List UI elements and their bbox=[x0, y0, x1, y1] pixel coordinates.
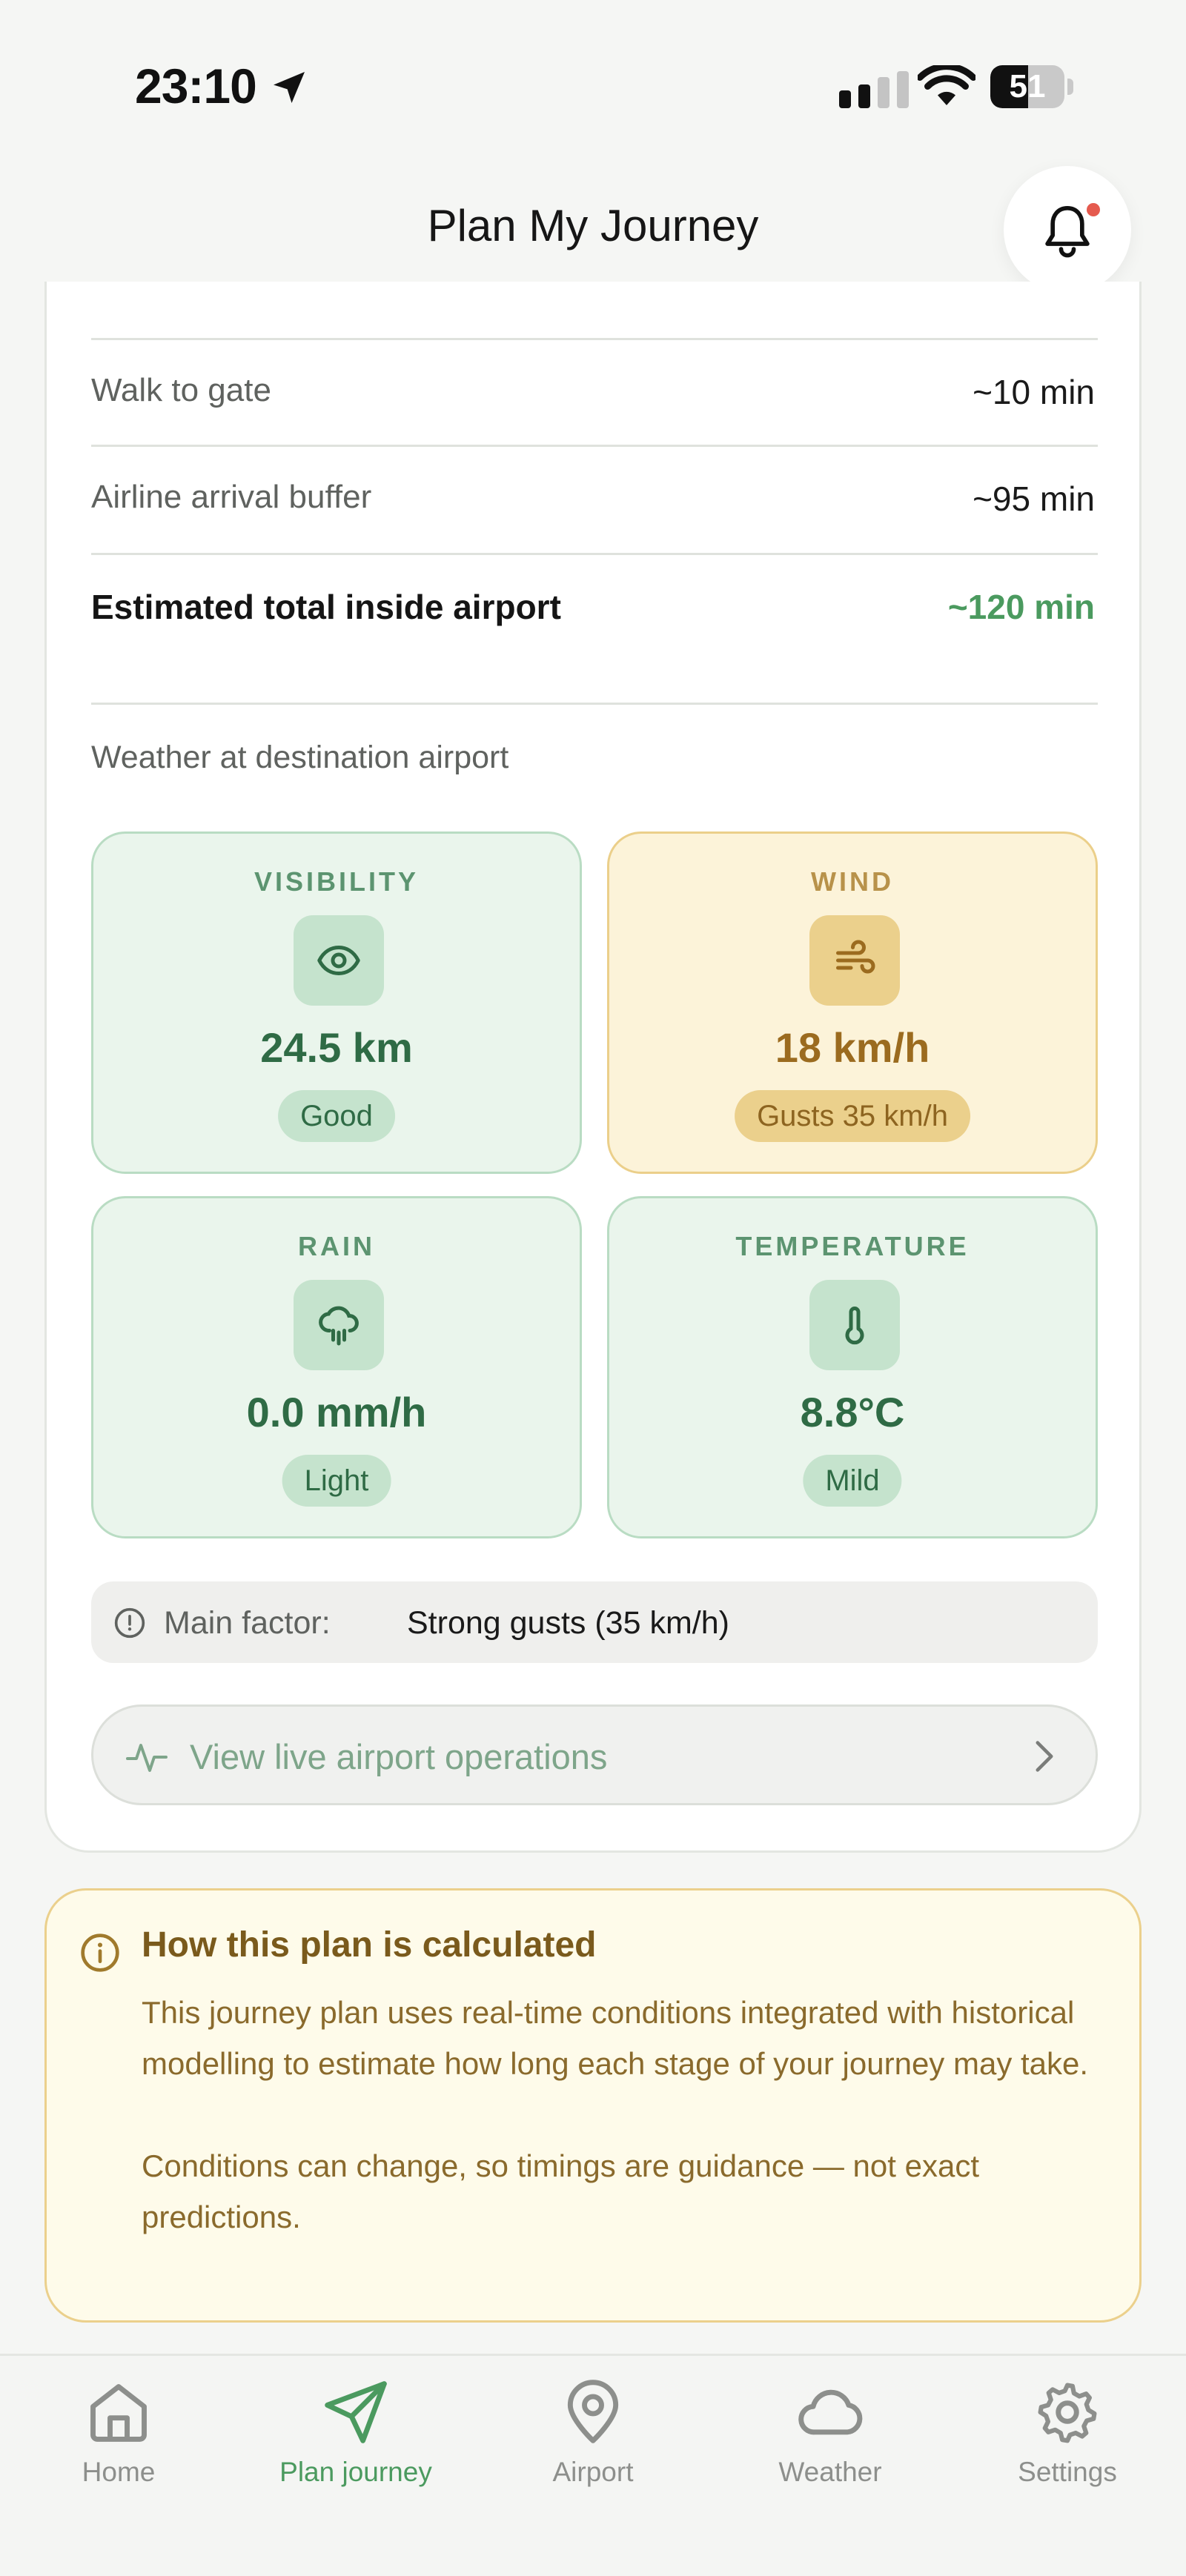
nav-settings[interactable]: Settings bbox=[956, 2378, 1179, 2488]
status-badge: Good bbox=[278, 1090, 395, 1142]
cloud-icon bbox=[798, 2389, 863, 2435]
main-factor-bar: Main factor: Strong gusts (35 km/h) bbox=[91, 1581, 1098, 1663]
temperature-tile[interactable]: TEMPERATURE 8.8°C Mild bbox=[607, 1196, 1098, 1538]
activity-icon bbox=[126, 1744, 168, 1772]
location-arrow-icon bbox=[274, 72, 305, 103]
info-icon bbox=[81, 1933, 119, 1972]
nav-label: Weather bbox=[778, 2457, 882, 2487]
notification-dot bbox=[1087, 203, 1100, 216]
chevron-right-icon bbox=[1036, 1741, 1053, 1772]
status-badge: Gusts 35 km/h bbox=[735, 1090, 970, 1142]
nav-label: Home bbox=[82, 2457, 156, 2487]
tile-value: 0.0 mm/h bbox=[246, 1389, 427, 1435]
info-paragraph: This journey plan uses real-time conditi… bbox=[142, 1995, 1089, 2081]
eye-icon bbox=[317, 946, 360, 975]
divider bbox=[91, 553, 1098, 555]
walk-to-gate-label: Walk to gate bbox=[91, 372, 271, 408]
status-badge: Mild bbox=[803, 1455, 902, 1507]
home-icon bbox=[90, 2384, 147, 2442]
nav-label: Plan journey bbox=[279, 2457, 432, 2487]
info-title: How this plan is calculated bbox=[142, 1925, 597, 1965]
battery-indicator: 51 bbox=[990, 65, 1073, 108]
info-paragraph: Conditions can change, so timings are gu… bbox=[142, 2148, 980, 2234]
wifi-icon bbox=[918, 65, 975, 105]
divider bbox=[91, 338, 1098, 340]
bell-icon bbox=[1045, 206, 1090, 258]
battery-level: 51 bbox=[1009, 68, 1046, 104]
wind-icon bbox=[836, 940, 875, 974]
notifications-button[interactable] bbox=[1004, 166, 1131, 293]
tile-value: 8.8°C bbox=[800, 1389, 905, 1435]
main-factor-label: Main factor: bbox=[164, 1605, 331, 1641]
view-live-operations-button[interactable]: View live airport operations bbox=[91, 1704, 1098, 1805]
send-icon bbox=[325, 2381, 387, 2443]
tile-title: VISIBILITY bbox=[254, 866, 420, 897]
tile-value: 24.5 km bbox=[260, 1024, 413, 1071]
map-pin-icon bbox=[567, 2380, 619, 2443]
nav-home[interactable]: Home bbox=[7, 2378, 230, 2488]
rain-cloud-icon bbox=[319, 1306, 359, 1346]
total-time-value: ~120 min bbox=[947, 588, 1095, 626]
tile-title: TEMPERATURE bbox=[735, 1231, 970, 1261]
view-live-operations-label: View live airport operations bbox=[190, 1737, 608, 1776]
total-time-label: Estimated total inside airport bbox=[91, 588, 561, 626]
info-body: This journey plan uses real-time conditi… bbox=[142, 1987, 1098, 2243]
main-factor-value: Strong gusts (35 km/h) bbox=[407, 1605, 729, 1641]
status-badge: Light bbox=[282, 1455, 391, 1507]
nav-label: Airport bbox=[552, 2457, 634, 2487]
thermometer-icon bbox=[845, 1307, 864, 1345]
cellular-signal-icon bbox=[839, 71, 909, 108]
nav-plan-journey[interactable]: Plan journey bbox=[245, 2378, 467, 2488]
visibility-tile[interactable]: VISIBILITY 24.5 km Good bbox=[91, 831, 582, 1174]
rain-tile[interactable]: RAIN 0.0 mm/h Light bbox=[91, 1196, 582, 1538]
status-time: 23:10 bbox=[135, 59, 257, 113]
tile-title: RAIN bbox=[298, 1231, 375, 1261]
wind-tile[interactable]: WIND 18 km/h Gusts 35 km/h bbox=[607, 831, 1098, 1174]
walk-to-gate-value: ~10 min bbox=[973, 373, 1095, 411]
nav-label: Settings bbox=[1018, 2457, 1117, 2487]
nav-airport[interactable]: Airport bbox=[482, 2378, 704, 2488]
nav-weather[interactable]: Weather bbox=[719, 2378, 941, 2488]
weather-section-label: Weather at destination airport bbox=[91, 740, 509, 775]
gear-icon bbox=[1038, 2383, 1097, 2443]
plan-calculation-info-card: How this plan is calculated This journey… bbox=[44, 1888, 1142, 2323]
alert-circle-icon bbox=[114, 1607, 145, 1639]
tile-title: WIND bbox=[811, 866, 894, 897]
divider bbox=[91, 703, 1098, 705]
divider bbox=[91, 445, 1098, 447]
journey-details-card: Walk to gate ~10 min Airline arrival buf… bbox=[44, 282, 1142, 1853]
status-bar: 23:10 51 bbox=[0, 0, 1186, 148]
bottom-navigation: Home Plan journey Airport Weather Settin… bbox=[0, 2354, 1186, 2576]
tile-value: 18 km/h bbox=[775, 1024, 930, 1071]
airline-buffer-label: Airline arrival buffer bbox=[91, 479, 372, 515]
airline-buffer-value: ~95 min bbox=[973, 479, 1095, 518]
